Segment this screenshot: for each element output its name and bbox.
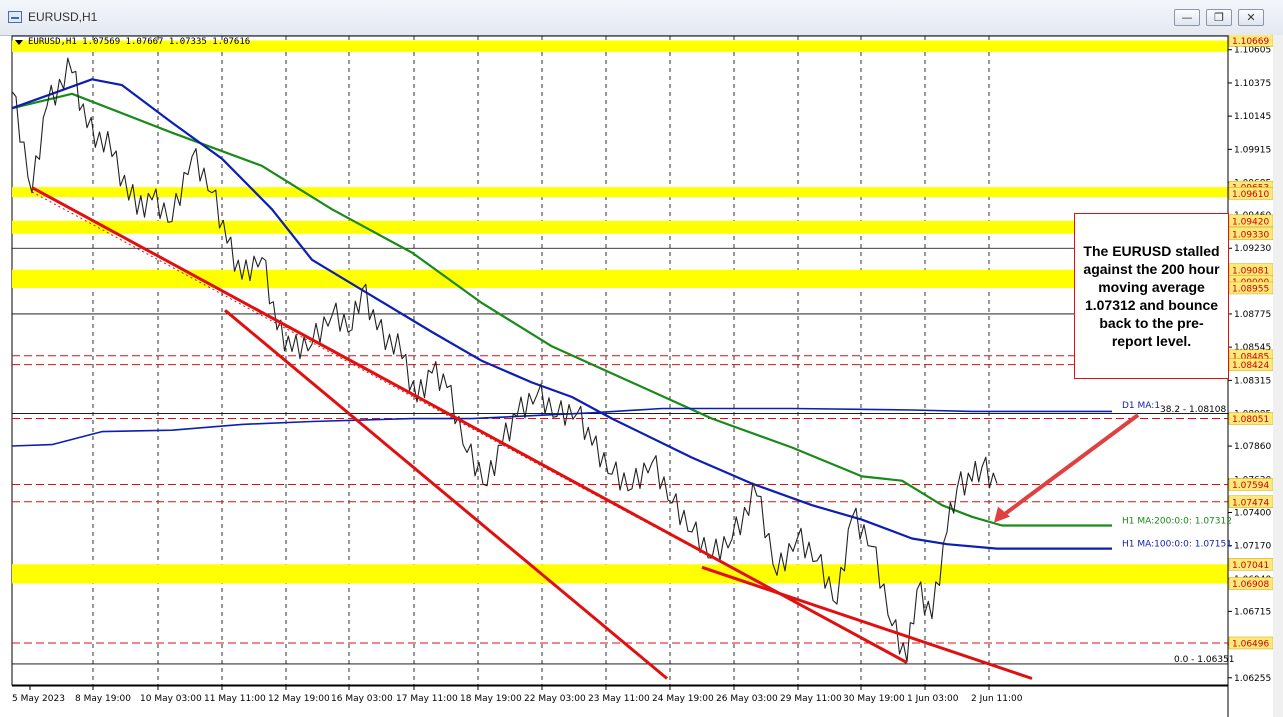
y-tick-label: 1.07400	[1234, 508, 1271, 518]
window-title: EURUSD,H1	[28, 10, 98, 24]
y-tick-label: 1.06715	[1234, 607, 1271, 617]
price-label: 1.08955	[1232, 284, 1269, 294]
chart-window: EURUSD,H1 — ❐ ✕ 1.10605 1.10375 1.10145 1.0…	[0, 0, 1283, 717]
price-label: 1.10669	[1232, 37, 1269, 47]
x-tick-label: 18 May 19:00	[460, 694, 522, 704]
x-tick-label: 12 May 19:00	[268, 694, 330, 704]
y-tick-label: 1.10145	[1234, 112, 1271, 122]
ma-label-100: H1 MA:100:0:0: 1.07151	[1122, 540, 1232, 550]
x-tick-label: 2 Jun 11:00	[971, 694, 1023, 704]
x-tick-label: 29 May 11:00	[780, 694, 842, 704]
y-tick-label: 1.07170	[1234, 542, 1271, 552]
x-tick-label: 26 May 03:00	[716, 694, 778, 704]
y-tick-label: 1.07860	[1234, 442, 1271, 452]
plot-area	[11, 35, 1229, 686]
fib-label-382: 38.2 - 1.08108	[1160, 405, 1226, 415]
yellow-zone	[12, 269, 1228, 288]
ma-label-200: H1 MA:200:0:0: 1.07312	[1122, 516, 1232, 526]
x-tick-label: 8 May 19:00	[75, 694, 131, 704]
x-tick-label: 16 May 03:00	[331, 694, 393, 704]
y-tick-label: 1.09230	[1234, 244, 1271, 254]
price-label: 1.08051	[1232, 415, 1269, 425]
minimize-icon: —	[1181, 11, 1193, 24]
price-label: 1.06496	[1232, 639, 1269, 649]
x-tick-label: 17 May 11:00	[396, 694, 458, 704]
ma-label-d1: D1 MA:1	[1122, 401, 1160, 411]
x-tick-label: 24 May 19:00	[652, 694, 714, 704]
x-tick-label: 11 May 11:00	[204, 694, 266, 704]
price-label: 1.06908	[1232, 580, 1269, 590]
minimize-button[interactable]: —	[1174, 9, 1200, 26]
dropdown-arrow-icon[interactable]	[15, 40, 23, 45]
chart-window-icon	[8, 11, 22, 23]
price-label: 1.08424	[1232, 361, 1269, 371]
y-tick-label: 1.10605	[1234, 46, 1271, 56]
fib-label-0: 0.0 - 1.06351	[1174, 655, 1235, 665]
x-tick-label: 30 May 19:00	[843, 694, 905, 704]
price-label: 1.09610	[1232, 190, 1269, 200]
yellow-zone	[12, 564, 1228, 584]
x-tick-label: 22 May 03:00	[524, 694, 586, 704]
price-label: 1.09420	[1232, 217, 1269, 227]
close-button[interactable]: ✕	[1238, 9, 1264, 26]
close-icon: ✕	[1246, 11, 1256, 24]
ohlc-info-line: EURUSD,H1 1.07569 1.07667 1.07335 1.0761…	[28, 37, 251, 47]
price-label: 1.07594	[1232, 481, 1269, 491]
title-bar[interactable]: EURUSD,H1 — ❐ ✕	[0, 0, 1283, 36]
yellow-zone	[12, 187, 1228, 198]
price-label: 1.09330	[1232, 230, 1269, 240]
price-label: 1.07041	[1232, 561, 1269, 571]
vertical-scrollbar[interactable]	[1273, 35, 1283, 717]
price-label: 1.07474	[1232, 498, 1269, 508]
restore-icon: ❐	[1214, 11, 1224, 24]
y-tick-label: 1.09915	[1234, 145, 1271, 155]
annotation-callout: The EURUSD stalled against the 200 hour …	[1074, 213, 1229, 379]
y-tick-label: 1.08315	[1234, 376, 1271, 386]
grid	[11, 35, 1229, 686]
restore-button[interactable]: ❐	[1206, 9, 1232, 26]
price-label: 1.09081	[1232, 266, 1269, 276]
y-tick-label: 1.08775	[1234, 310, 1271, 320]
x-tick-label: 23 May 11:00	[588, 694, 650, 704]
y-tick-label: 1.10375	[1234, 79, 1271, 89]
callout-text: The EURUSD stalled against the 200 hour …	[1083, 243, 1220, 349]
x-tick-label: 5 May 2023	[12, 694, 65, 704]
x-tick-label: 1 Jun 03:00	[907, 694, 959, 704]
y-tick-label: 1.06255	[1234, 674, 1271, 684]
yellow-zone	[12, 220, 1228, 234]
x-tick-label: 10 May 03:00	[140, 694, 202, 704]
